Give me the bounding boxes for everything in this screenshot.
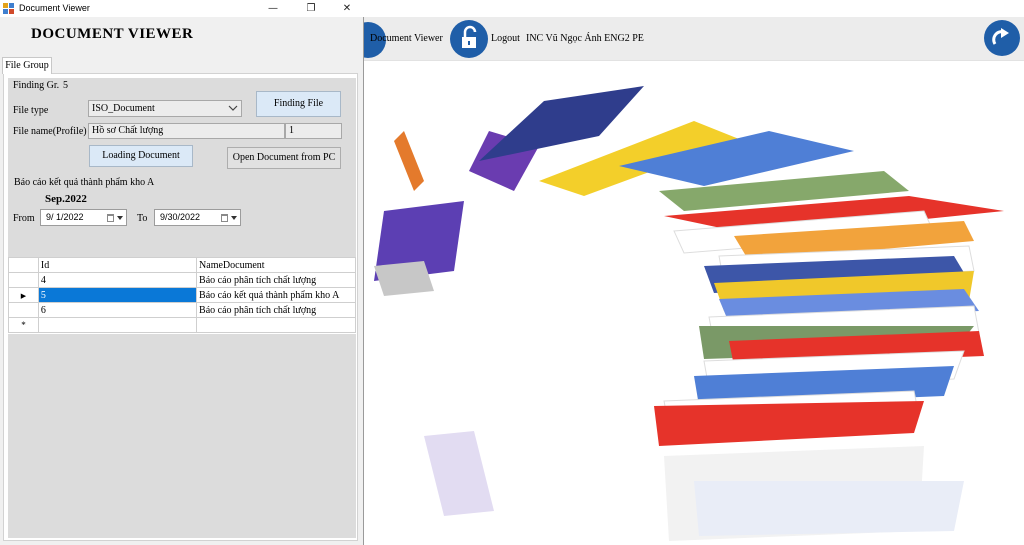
from-label: From	[13, 213, 35, 224]
file-type-label: File type	[13, 105, 49, 116]
user-info: INC Vũ Ngọc Ánh ENG2 PE	[526, 33, 644, 44]
page-title: DOCUMENT VIEWER	[31, 26, 194, 42]
unlock-icon[interactable]	[450, 20, 488, 58]
from-date-picker[interactable]: 9/ 1/2022	[40, 209, 127, 226]
title-bar[interactable]: Document Viewer — ❐ ✕	[0, 0, 364, 17]
table-row[interactable]: 4 Báo cáo phân tích chất lượng	[8, 272, 356, 288]
cell-id[interactable]: 4	[37, 272, 198, 288]
column-header-id[interactable]: Id	[37, 257, 198, 273]
chevron-down-icon	[228, 105, 238, 111]
cell-id[interactable]: 6	[37, 302, 198, 318]
table-row[interactable]: 6 Báo cáo phân tích chất lượng	[8, 302, 356, 318]
cell-name[interactable]	[196, 317, 356, 333]
calendar-dropdown-icon	[107, 214, 123, 222]
cell-id[interactable]: 5	[37, 287, 198, 303]
cell-name[interactable]: Báo cáo kết quả thành phẩm kho A	[196, 287, 356, 303]
table-row-selected[interactable]: ▶ 5 Báo cáo kết quả thành phẩm kho A	[8, 287, 356, 303]
books-stack-image	[374, 86, 1004, 541]
file-type-value: ISO_Document	[92, 103, 155, 114]
grid-header-row: Id NameDocument	[8, 257, 356, 273]
new-row-asterisk-icon: *	[21, 319, 26, 330]
to-label: To	[137, 213, 148, 224]
report-title: Báo cáo kết quả thành phẩm kho A	[14, 177, 155, 188]
current-row-arrow-icon: ▶	[20, 291, 27, 300]
file-name-count-field[interactable]: 1	[285, 123, 342, 139]
app-icon	[3, 3, 14, 14]
minimize-button[interactable]: —	[258, 0, 288, 17]
close-icon: ✕	[342, 3, 352, 14]
open-document-from-pc-button[interactable]: Open Document from PC	[227, 147, 341, 169]
row-header[interactable]: *	[8, 317, 39, 333]
row-header[interactable]	[8, 272, 39, 288]
period-label: Sep.2022	[45, 193, 87, 205]
documents-grid[interactable]: Id NameDocument 4 Báo cáo phân tích chất…	[8, 257, 356, 334]
calendar-dropdown-icon	[221, 214, 237, 222]
finding-file-button[interactable]: Finding File	[256, 91, 341, 117]
cell-name[interactable]: Báo cáo phân tích chất lượng	[196, 302, 356, 318]
redo-arrow-icon[interactable]	[984, 20, 1020, 56]
file-type-combobox[interactable]: ISO_Document	[88, 100, 242, 117]
cell-id[interactable]	[37, 317, 198, 333]
loading-document-button[interactable]: Loading Document	[89, 145, 193, 167]
row-header-corner	[8, 257, 39, 273]
window-title: Document Viewer	[19, 3, 90, 13]
from-date-value: 9/ 1/2022	[46, 212, 84, 222]
close-button[interactable]: ✕	[332, 0, 362, 17]
document-viewer-window: Document Viewer — ❐ ✕ DOCUMENT VIEWER Fi…	[0, 0, 364, 545]
column-header-namedocument[interactable]: NameDocument	[196, 257, 356, 273]
document-viewer-link[interactable]: Document Viewer	[370, 33, 443, 44]
file-name-label: File name(Profile)	[13, 126, 87, 137]
logout-link[interactable]: Logout	[491, 33, 520, 44]
row-header[interactable]	[8, 302, 39, 318]
restore-button[interactable]: ❐	[296, 0, 326, 17]
finding-group-value: 5	[63, 80, 68, 91]
minimize-icon: —	[268, 3, 278, 14]
tab-file-group[interactable]: File Group	[2, 57, 52, 74]
to-date-value: 9/30/2022	[160, 212, 201, 222]
finding-group-label: Finding Gr.	[13, 80, 60, 91]
restore-icon: ❐	[306, 3, 316, 14]
row-header[interactable]: ▶	[8, 287, 39, 303]
cell-name[interactable]: Báo cáo phân tích chất lượng	[196, 272, 356, 288]
file-name-field[interactable]: Hồ sơ Chất lượng	[88, 123, 285, 139]
new-row[interactable]: *	[8, 317, 356, 333]
to-date-picker[interactable]: 9/30/2022	[154, 209, 241, 226]
